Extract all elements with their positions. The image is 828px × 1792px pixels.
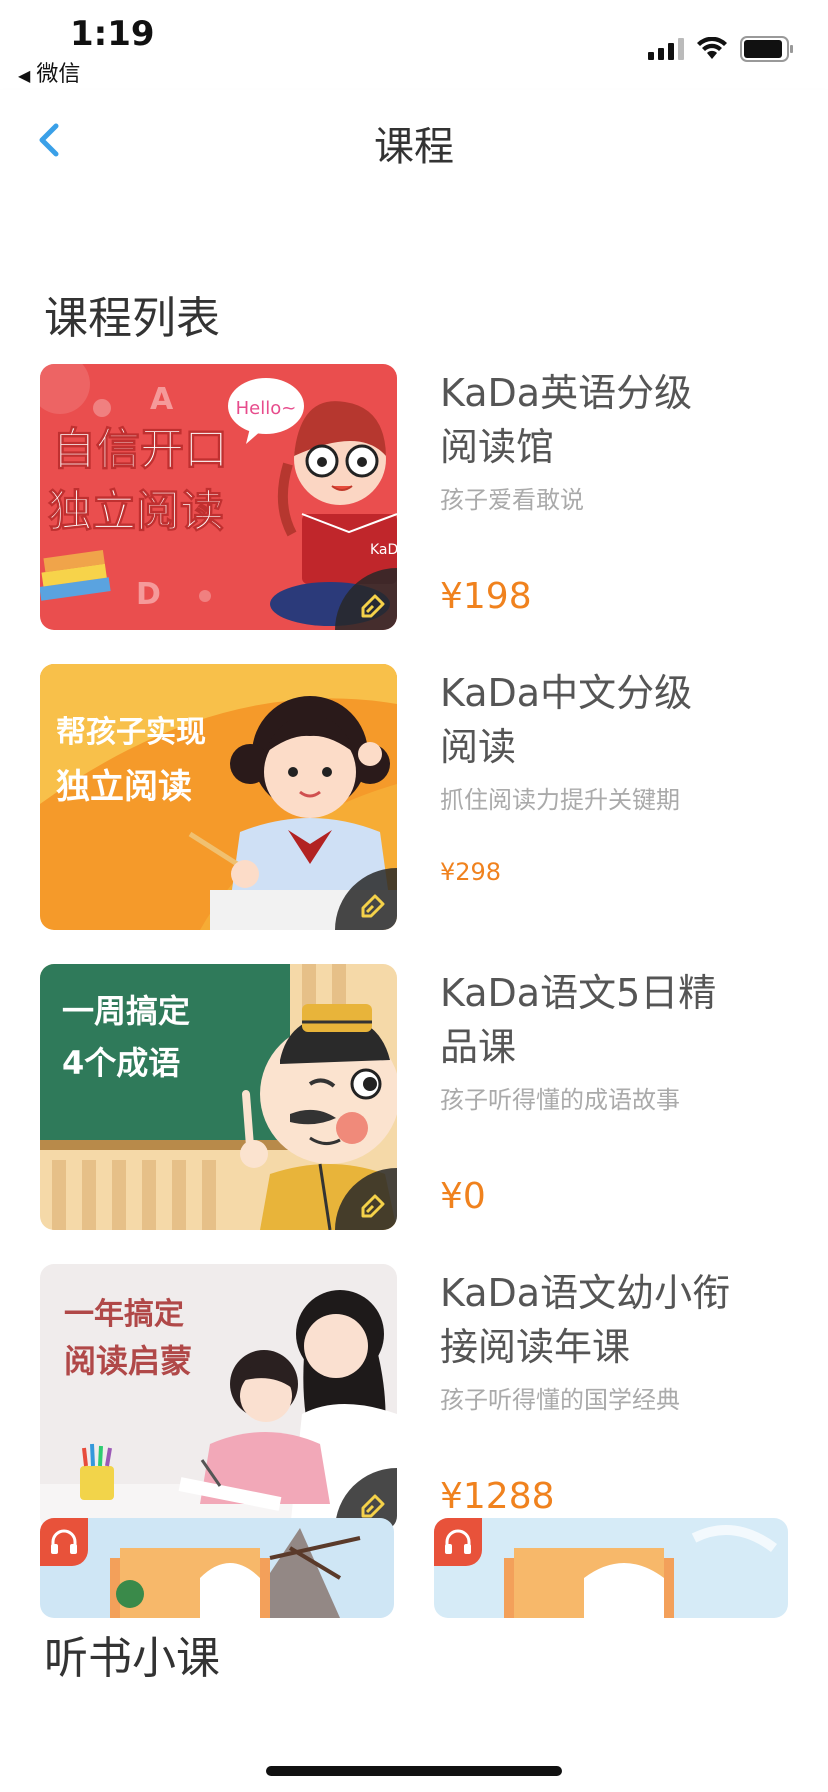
course-title: KaDa中文分级 阅读: [440, 666, 770, 774]
course-title-line: KaDa语文幼小衔: [440, 1271, 731, 1315]
course-subtitle: 孩子听得懂的国学经典: [440, 1386, 680, 1414]
course-card[interactable]: 帮孩子实现 独立阅读 KaDa中文分级 阅读 抓住阅读力提升关键期 ¥298: [40, 664, 790, 932]
status-icons: [648, 36, 794, 62]
thumb-headline-1: 帮孩子实现: [56, 715, 206, 750]
course-title: KaDa英语分级 阅读馆: [440, 366, 770, 474]
course-title: KaDa语文幼小衔 接阅读年课: [440, 1266, 770, 1374]
back-to-app-link[interactable]: ◀ 微信: [18, 56, 80, 88]
course-title-line: 品课: [440, 1025, 517, 1069]
course-title-line: 阅读: [440, 725, 517, 769]
status-time: 1:19: [70, 14, 155, 54]
course-price: ¥1288: [440, 1476, 555, 1517]
course-title-line: 接阅读年课: [440, 1325, 631, 1369]
course-price: ¥0: [440, 1176, 486, 1217]
course-card[interactable]: 一周搞定 4个成语 KaDa语文5日精 品课 孩子听得懂的成语故事 ¥0: [40, 964, 790, 1232]
course-card[interactable]: 一年搞定 阅读启蒙 KaDa语文幼小衔 接阅读年课 孩子听得懂的国学经典 ¥12…: [40, 1264, 790, 1532]
course-thumbnail: 一年搞定 阅读启蒙: [40, 1264, 397, 1530]
page-title: 课程: [374, 124, 454, 170]
thumb-headline-2: 4个成语: [62, 1044, 180, 1082]
thumb-headline-1: 一年搞定: [64, 1297, 184, 1332]
thumb-headline-2: 独立阅读: [48, 486, 224, 537]
audio-course-card[interactable]: [434, 1518, 788, 1618]
battery-icon: [740, 36, 794, 62]
course-title-line: KaDa语文5日精: [440, 971, 717, 1015]
course-title: KaDa语文5日精 品课: [440, 966, 770, 1074]
course-price: ¥298: [440, 858, 502, 886]
course-title-line: KaDa英语分级: [440, 371, 693, 415]
status-bar: 1:19 ◀ 微信: [0, 0, 828, 90]
course-subtitle: 孩子爱看敢说: [440, 486, 584, 514]
nav-bar: 课程: [0, 90, 828, 192]
svg-text:KaD: KaD: [370, 542, 397, 558]
course-title-line: 阅读馆: [440, 425, 555, 469]
course-title-line: KaDa中文分级: [440, 671, 693, 715]
svg-text:D: D: [136, 577, 161, 612]
wifi-icon: [696, 37, 728, 61]
thumb-headline-2: 阅读启蒙: [64, 1342, 192, 1380]
course-price: ¥198: [440, 576, 532, 617]
headphones-icon: [434, 1518, 482, 1566]
back-app-label: 微信: [36, 62, 81, 87]
back-triangle-icon: ◀: [18, 66, 31, 85]
headphones-icon: [40, 1518, 88, 1566]
course-list-heading: 课程列表: [44, 293, 220, 344]
hello-bubble-text: Hello~: [236, 398, 297, 419]
course-subtitle: 抓住阅读力提升关键期: [440, 786, 680, 814]
home-indicator[interactable]: [266, 1766, 562, 1776]
thumb-headline-1: 一周搞定: [62, 992, 190, 1030]
svg-text:A: A: [150, 382, 174, 417]
course-thumbnail: 一周搞定 4个成语: [40, 964, 397, 1230]
course-card[interactable]: A D Hello~ KaD 自信开口 独立阅读 KaDa英语分级 阅读馆 孩子…: [40, 364, 790, 632]
course-subtitle: 孩子听得懂的成语故事: [440, 1086, 680, 1114]
cellular-signal-icon: [648, 38, 684, 60]
thumb-headline-2: 独立阅读: [56, 767, 192, 807]
thumb-headline-1: 自信开口: [52, 424, 228, 475]
audio-section-heading: 听书小课: [44, 1633, 220, 1684]
audio-course-card[interactable]: [40, 1518, 394, 1618]
course-thumbnail: A D Hello~ KaD 自信开口 独立阅读: [40, 364, 397, 630]
course-thumbnail: 帮孩子实现 独立阅读: [40, 664, 397, 930]
